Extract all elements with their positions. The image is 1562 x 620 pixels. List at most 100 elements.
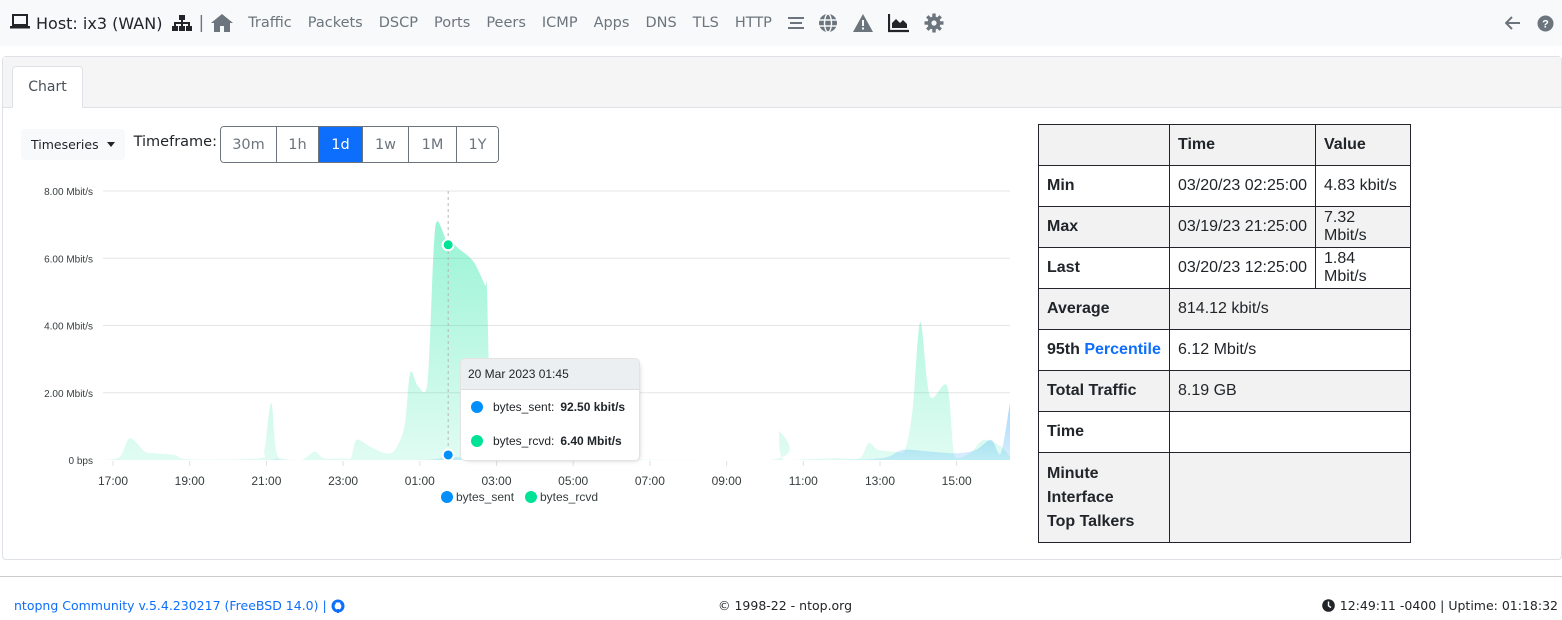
- timeframe-label: Timeframe:: [133, 133, 217, 150]
- gear-icon[interactable]: [924, 13, 944, 33]
- timeframe-1h-button[interactable]: 1h: [276, 127, 319, 162]
- list-icon[interactable]: [787, 16, 804, 30]
- clock-uptime: 12:49:11 -0400 | Uptime: 01:18:32: [1339, 598, 1558, 613]
- x-tick-label: 17:00: [98, 474, 128, 488]
- traffic-chart[interactable]: 0 bps 2.00 Mbit/s 4.00 Mbit/s 6.00 Mbit/s 8.…: [0, 170, 1030, 520]
- footer-copyright: © 1998-22 - ntop.org: [718, 598, 853, 613]
- stats-label: Last: [1038, 247, 1170, 289]
- host-title: Host: ix3 (WAN) |: [10, 13, 248, 33]
- timeframe-1Y-button[interactable]: 1Y: [456, 127, 498, 162]
- nav-link-apps[interactable]: Apps: [594, 15, 630, 31]
- nav-link-peers[interactable]: Peers: [486, 15, 526, 31]
- legend-marker-bytes-sent: [441, 491, 453, 503]
- footer-divider: [0, 576, 1562, 577]
- tooltip-title: 20 Mar 2023 01:45: [461, 359, 639, 390]
- timeframe-1w-button[interactable]: 1w: [362, 127, 409, 162]
- x-tick-label: 21:00: [251, 474, 281, 488]
- network-tree-icon[interactable]: [172, 15, 193, 31]
- stats-label: 95th Percentile: [1038, 329, 1170, 371]
- x-tick-label: 07:00: [635, 474, 665, 488]
- tooltip-row-bytes-rcvd: bytes_rcvd: 6.40 Mbit/s: [461, 424, 639, 458]
- stats-label: Total Traffic: [1038, 370, 1170, 412]
- nav-link-http[interactable]: HTTP: [735, 15, 772, 31]
- tooltip-series-name: bytes_sent:: [493, 400, 555, 414]
- x-tick-label: 01:00: [405, 474, 435, 488]
- stats-label: Minute Interface Top Talkers: [1038, 452, 1170, 543]
- stats-value: 4.83 kbit/s: [1315, 165, 1411, 207]
- top-talkers-line: Top Talkers: [1047, 512, 1135, 530]
- top-navbar: Host: ix3 (WAN) | Traffic Packets DSCP P…: [0, 0, 1562, 46]
- stats-header-value: Value: [1315, 124, 1411, 166]
- y-tick-label: 2.00 Mbit/s: [44, 389, 93, 400]
- github-icon[interactable]: [331, 599, 345, 613]
- x-tick-label: 11:00: [789, 474, 818, 488]
- legend-marker-bytes-rcvd: [525, 491, 537, 503]
- x-tick-label: 09:00: [712, 474, 742, 488]
- host-label: Host: ix3 (WAN): [36, 13, 163, 33]
- stats-row-top-talkers: Minute Interface Top Talkers: [1038, 452, 1411, 543]
- timeframe-1M-button[interactable]: 1M: [408, 127, 457, 162]
- chart-tooltip: 20 Mar 2023 01:45 bytes_sent: 92.50 kbit…: [460, 358, 640, 461]
- tooltip-series-name: bytes_rcvd:: [493, 434, 555, 448]
- globe-icon[interactable]: [818, 13, 838, 33]
- bytes-sent-hover-marker: [441, 448, 455, 462]
- stats-row-time: Time: [1038, 411, 1411, 453]
- stats-label: Max: [1038, 206, 1170, 248]
- stats-label: Time: [1038, 411, 1170, 453]
- tooltip-series-value: 6.40 Mbit/s: [560, 434, 622, 448]
- nav-separator: |: [198, 13, 205, 33]
- bytes-rcvd-marker-icon: [471, 435, 483, 447]
- y-tick-label: 8.00 Mbit/s: [44, 187, 93, 198]
- stats-value: 7.32 Mbit/s: [1315, 206, 1411, 248]
- legend-label-bytes-sent: bytes_sent: [456, 490, 515, 504]
- stats-value: 6.12 Mbit/s: [1169, 329, 1411, 371]
- nav-link-icmp[interactable]: ICMP: [542, 15, 578, 31]
- stats-time: 03/20/23 12:25:00: [1169, 247, 1316, 289]
- stats-header-row: Time Value: [1038, 124, 1411, 166]
- timeframe-1d-button[interactable]: 1d: [318, 127, 363, 162]
- clock-icon: [1321, 599, 1335, 612]
- warning-icon[interactable]: [852, 13, 874, 33]
- nav-link-tls[interactable]: TLS: [693, 15, 719, 31]
- nav-link-dns[interactable]: DNS: [645, 15, 676, 31]
- x-tick-label: 05:00: [558, 474, 588, 488]
- card-header: Chart: [3, 57, 1561, 108]
- stats-row-average: Average 814.12 kbit/s: [1038, 288, 1411, 330]
- stats-row-total-traffic: Total Traffic 8.19 GB: [1038, 370, 1411, 412]
- stats-value: 814.12 kbit/s: [1169, 288, 1411, 330]
- timeseries-dropdown-label: Timeseries: [31, 137, 99, 152]
- tooltip-series-value: 92.50 kbit/s: [560, 400, 626, 414]
- home-icon[interactable]: [210, 13, 234, 33]
- stats-header-empty: [1038, 124, 1170, 166]
- nav-right: ?: [1489, 0, 1554, 46]
- stats-row-min: Min 03/20/23 02:25:00 4.83 kbit/s: [1038, 165, 1411, 207]
- legend-label-bytes-rcvd: bytes_rcvd: [540, 490, 598, 504]
- x-tick-label: 13:00: [865, 474, 895, 488]
- footer-version: ntopng Community v.5.4.230217 (FreeBSD 1…: [14, 598, 345, 613]
- x-tick-label: 03:00: [481, 474, 511, 488]
- timeframe-button-group: 30m 1h 1d 1w 1M 1Y: [219, 126, 499, 163]
- tooltip-row-bytes-sent: bytes_sent: 92.50 kbit/s: [461, 390, 639, 424]
- laptop-icon: [10, 13, 30, 33]
- stats-row-max: Max 03/19/23 21:25:00 7.32 Mbit/s: [1038, 206, 1411, 248]
- version-link[interactable]: ntopng Community v.5.4.230217 (FreeBSD 1…: [14, 598, 327, 613]
- nav-link-packets[interactable]: Packets: [308, 15, 363, 31]
- bytes-sent-marker-icon: [471, 401, 483, 413]
- svg-text:?: ?: [1542, 18, 1549, 30]
- x-tick-label: 15:00: [942, 474, 972, 488]
- area-chart-icon[interactable]: [887, 13, 910, 33]
- stats-label: Average: [1038, 288, 1170, 330]
- nav-link-ports[interactable]: Ports: [434, 15, 470, 31]
- back-arrow-icon[interactable]: [1505, 16, 1521, 30]
- bytes-rcvd-hover-marker: [441, 238, 455, 252]
- tab-chart[interactable]: Chart: [12, 66, 83, 108]
- timeseries-dropdown[interactable]: Timeseries: [21, 129, 125, 160]
- nav-link-dscp[interactable]: DSCP: [379, 15, 418, 31]
- nav-link-traffic[interactable]: Traffic: [248, 15, 292, 31]
- percentile-prefix: 95th: [1047, 341, 1080, 358]
- timeframe-30m-button[interactable]: 30m: [220, 127, 277, 162]
- help-icon[interactable]: ?: [1537, 15, 1554, 32]
- percentile-link[interactable]: Percentile: [1084, 341, 1160, 358]
- x-tick-label: 23:00: [328, 474, 358, 488]
- stats-header-time: Time: [1169, 124, 1316, 166]
